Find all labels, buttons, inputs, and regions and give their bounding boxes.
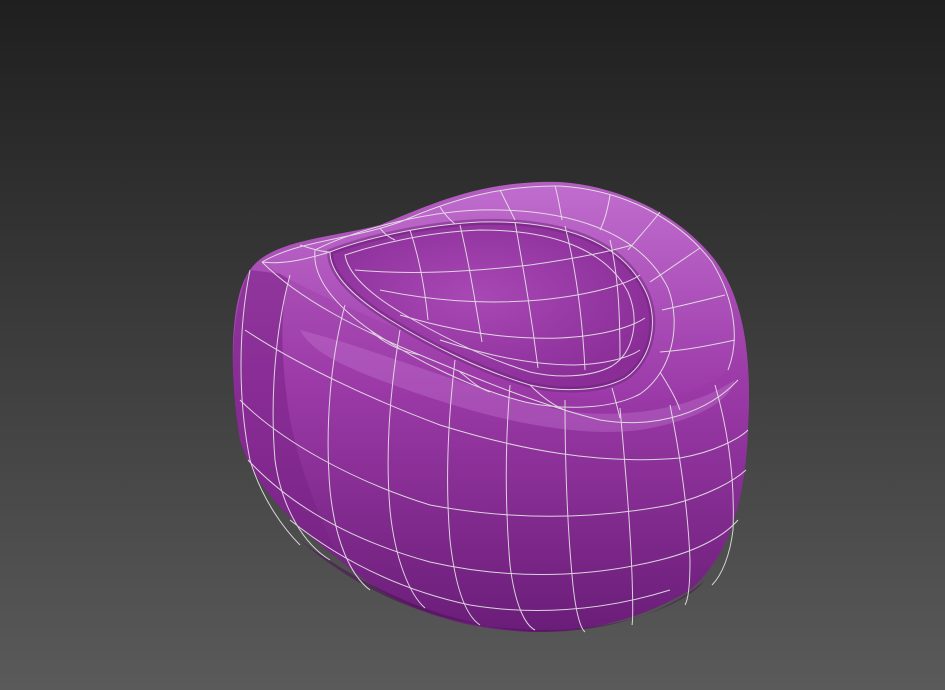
- viewport-canvas: [0, 0, 945, 690]
- 3d-viewport[interactable]: [0, 0, 945, 690]
